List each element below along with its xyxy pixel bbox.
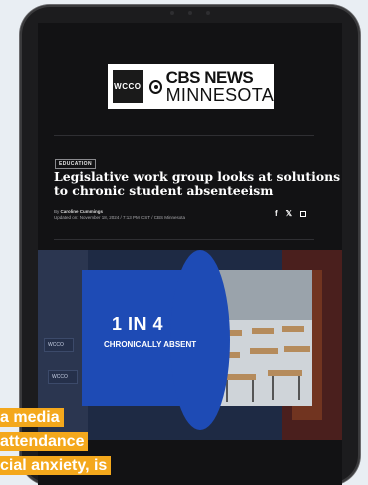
cbs-eye-icon <box>148 79 162 94</box>
studio-monitor: WCCO <box>44 338 74 352</box>
brand-line-1: CBS NEWS <box>165 68 254 87</box>
caption-line-2: attendance <box>0 432 89 451</box>
brand-line-2: MINNESOTA <box>165 85 274 105</box>
byline-prefix: By <box>54 209 60 214</box>
byline-divider <box>54 239 314 240</box>
category-tag[interactable]: EDUCATION <box>55 159 96 169</box>
tablet-frame: WCCO CBS NEWS MINNESOTA EDUCATION Legisl… <box>20 5 360 485</box>
desk-leg <box>272 376 274 400</box>
sensor-dot <box>206 11 210 15</box>
author-name[interactable]: Caroline Cummings <box>61 209 104 214</box>
video-graphic-panel: 1 IN 4 CHRONICALLY ABSENT <box>82 250 312 430</box>
sensor-dot <box>170 11 174 15</box>
monitor-label: WCCO <box>52 374 68 380</box>
desk <box>284 346 310 352</box>
brand-name: CBS NEWS MINNESOTA <box>166 69 274 104</box>
video-player[interactable]: WCCO WCCO 1 IN 4 CHRONICALLY ABSENT <box>38 250 342 440</box>
desk <box>282 326 304 332</box>
share-bar: f 𝕏 <box>275 209 307 218</box>
wcco-logo: WCCO <box>113 70 143 103</box>
x-icon[interactable]: 𝕏 <box>286 209 292 218</box>
article-headline: Legislative work group looks at solution… <box>54 169 341 198</box>
camera-bar <box>20 11 360 17</box>
stat-headline: 1 IN 4 <box>112 314 164 334</box>
caption-line-1: a media <box>0 408 64 427</box>
stat-subtitle: CHRONICALLY ABSENT <box>104 340 197 349</box>
facebook-icon[interactable]: f <box>275 209 278 218</box>
site-logo[interactable]: WCCO CBS NEWS MINNESOTA <box>108 64 274 109</box>
byline: By Caroline Cummings Updated on: Novembe… <box>54 209 185 221</box>
tablet-screen: WCCO CBS NEWS MINNESOTA EDUCATION Legisl… <box>38 23 342 485</box>
flipboard-icon[interactable] <box>300 210 307 217</box>
monitor-label: WCCO <box>48 342 64 348</box>
updated-timestamp: Updated on: November 18, 2024 / 7:13 PM … <box>54 215 185 220</box>
desk <box>252 328 274 334</box>
desk <box>250 348 278 354</box>
camera-dot <box>188 11 192 15</box>
studio-monitor: WCCO <box>48 370 78 384</box>
header-divider <box>54 135 314 136</box>
desk-leg <box>252 380 254 402</box>
desk-leg <box>298 376 300 400</box>
caption-line-3: cial anxiety, is <box>0 456 112 475</box>
